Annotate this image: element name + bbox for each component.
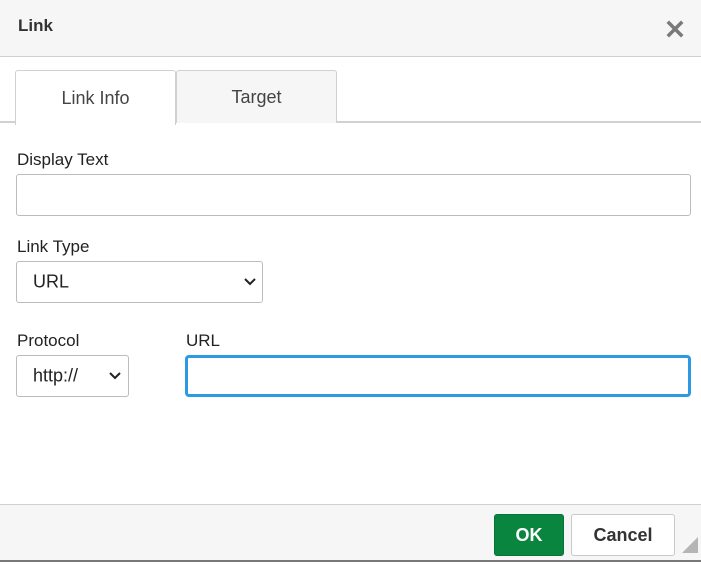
chevron-down-icon — [244, 278, 256, 286]
protocol-value: http:// — [33, 365, 79, 386]
display-text-input[interactable] — [16, 174, 691, 216]
protocol-label: Protocol — [17, 331, 80, 350]
protocol-select[interactable]: http:// — [16, 355, 129, 397]
link-type-label: Link Type — [17, 237, 90, 256]
display-text-label: Display Text — [17, 150, 109, 169]
tab-target[interactable]: Target — [176, 70, 337, 123]
dialog-footer: OK Cancel — [0, 504, 701, 562]
ok-button[interactable]: OK — [494, 514, 564, 556]
link-type-select[interactable]: URL — [16, 261, 263, 303]
url-input[interactable] — [185, 355, 691, 397]
tab-link-info[interactable]: Link Info — [15, 70, 176, 125]
link-type-value: URL — [33, 271, 70, 292]
dialog-title: Link — [18, 16, 53, 35]
dialog-header: Link — [0, 0, 701, 57]
close-icon — [666, 20, 684, 38]
resize-handle-icon[interactable] — [682, 537, 698, 553]
url-label: URL — [186, 331, 221, 350]
cancel-button[interactable]: Cancel — [571, 514, 675, 556]
tab-bar: Link Info Target — [0, 70, 701, 125]
close-button[interactable] — [664, 18, 686, 40]
chevron-down-icon — [109, 372, 121, 380]
